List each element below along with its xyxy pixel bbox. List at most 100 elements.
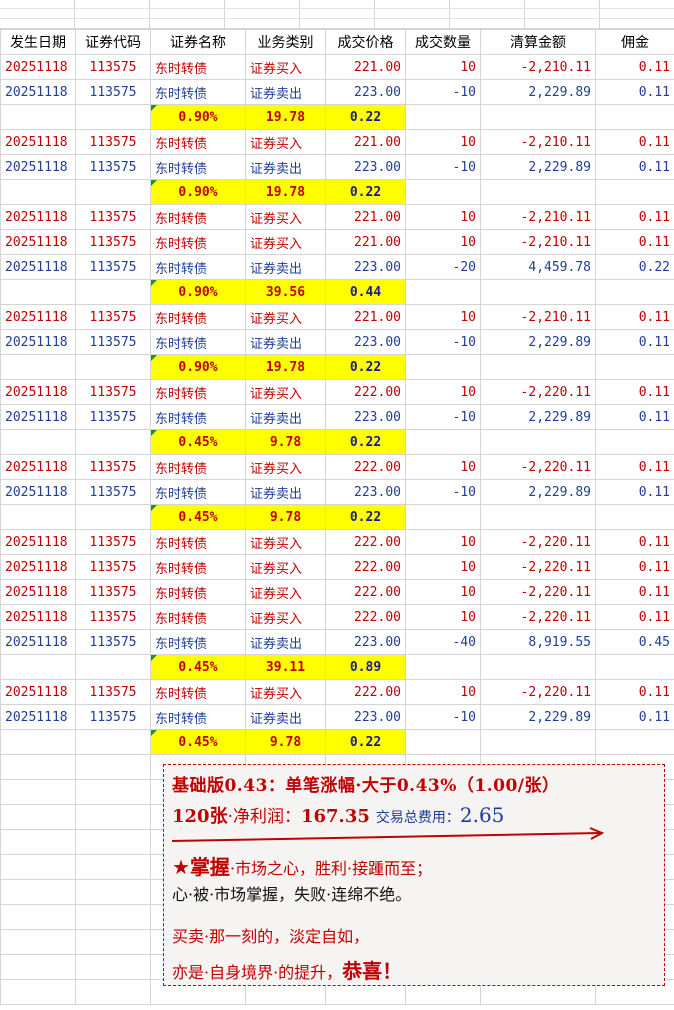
net-profit-cell[interactable]: 9.78 [245,429,326,455]
empty-cell[interactable] [480,654,596,680]
price-cell[interactable]: 222.00 [325,679,406,705]
qty-cell[interactable]: -40 [405,629,481,655]
qty-cell[interactable]: 10 [405,229,481,255]
round-trip-fee-cell[interactable]: 0.22 [325,504,406,530]
name-cell[interactable]: 东时转债 [150,154,246,180]
empty-cell[interactable] [405,104,481,130]
amount-cell[interactable]: -2,220.11 [480,579,596,605]
code-cell[interactable]: 113575 [75,704,151,730]
date-cell[interactable]: 20251118 [0,229,76,255]
type-cell[interactable]: 证券卖出 [245,404,326,430]
fee-cell[interactable]: 0.11 [595,579,674,605]
empty-cell[interactable] [0,979,76,1005]
qty-cell[interactable]: 10 [405,579,481,605]
amount-cell[interactable]: -2,210.11 [480,204,596,230]
amount-cell[interactable]: 2,229.89 [480,479,596,505]
date-cell[interactable]: 20251118 [0,129,76,155]
net-profit-cell[interactable]: 19.78 [245,179,326,205]
name-cell[interactable]: 东时转债 [150,604,246,630]
empty-cell[interactable] [75,854,151,880]
empty-cell[interactable] [0,954,76,980]
price-cell[interactable]: 223.00 [325,79,406,105]
date-cell[interactable]: 20251118 [0,254,76,280]
empty-cell[interactable] [75,279,151,305]
fee-cell[interactable]: 0.11 [595,304,674,330]
qty-cell[interactable]: -10 [405,479,481,505]
col-header-fee[interactable]: 佣金 [595,29,674,55]
net-profit-cell[interactable]: 9.78 [245,504,326,530]
type-cell[interactable]: 证券买入 [245,529,326,555]
fee-cell[interactable]: 0.11 [595,54,674,80]
empty-cell[interactable] [0,854,76,880]
col-header-type[interactable]: 业务类别 [245,29,326,55]
price-cell[interactable]: 221.00 [325,129,406,155]
type-cell[interactable]: 证券卖出 [245,479,326,505]
date-cell[interactable]: 20251118 [0,629,76,655]
empty-cell[interactable] [405,179,481,205]
date-cell[interactable]: 20251118 [0,79,76,105]
empty-cell[interactable] [405,429,481,455]
empty-cell[interactable] [480,429,596,455]
date-cell[interactable]: 20251118 [0,379,76,405]
qty-cell[interactable]: -10 [405,79,481,105]
price-cell[interactable]: 223.00 [325,329,406,355]
date-cell[interactable]: 20251118 [0,704,76,730]
empty-cell[interactable] [405,654,481,680]
type-cell[interactable]: 证券买入 [245,129,326,155]
col-header-code[interactable]: 证券代码 [75,29,151,55]
fee-cell[interactable]: 0.22 [595,254,674,280]
type-cell[interactable]: 证券买入 [245,679,326,705]
date-cell[interactable]: 20251118 [0,404,76,430]
code-cell[interactable]: 113575 [75,254,151,280]
name-cell[interactable]: 东时转债 [150,454,246,480]
code-cell[interactable]: 113575 [75,304,151,330]
type-cell[interactable]: 证券买入 [245,229,326,255]
code-cell[interactable]: 113575 [75,404,151,430]
empty-cell[interactable] [0,429,76,455]
fee-cell[interactable]: 0.11 [595,229,674,255]
code-cell[interactable]: 113575 [75,604,151,630]
type-cell[interactable]: 证券卖出 [245,629,326,655]
code-cell[interactable]: 113575 [75,679,151,705]
type-cell[interactable]: 证券买入 [245,579,326,605]
date-cell[interactable]: 20251118 [0,154,76,180]
empty-cell[interactable] [75,954,151,980]
empty-cell[interactable] [75,779,151,805]
qty-cell[interactable]: -20 [405,254,481,280]
qty-cell[interactable]: 10 [405,679,481,705]
amount-cell[interactable]: -2,210.11 [480,129,596,155]
empty-cell[interactable] [0,904,76,930]
empty-cell[interactable] [0,279,76,305]
code-cell[interactable]: 113575 [75,204,151,230]
round-trip-fee-cell[interactable]: 0.89 [325,654,406,680]
name-cell[interactable]: 东时转债 [150,679,246,705]
fee-cell[interactable]: 0.11 [595,679,674,705]
empty-cell[interactable] [405,729,481,755]
col-header-name[interactable]: 证券名称 [150,29,246,55]
fee-cell[interactable]: 0.11 [595,554,674,580]
type-cell[interactable]: 证券卖出 [245,154,326,180]
code-cell[interactable]: 113575 [75,579,151,605]
empty-cell[interactable] [595,179,674,205]
name-cell[interactable]: 东时转债 [150,204,246,230]
empty-cell[interactable] [0,104,76,130]
name-cell[interactable]: 东时转债 [150,254,246,280]
qty-cell[interactable]: 10 [405,454,481,480]
type-cell[interactable]: 证券卖出 [245,704,326,730]
gain-percent-cell[interactable]: 0.90% [150,179,246,205]
name-cell[interactable]: 东时转债 [150,404,246,430]
empty-cell[interactable] [0,879,76,905]
price-cell[interactable]: 222.00 [325,379,406,405]
empty-cell[interactable] [0,804,76,830]
date-cell[interactable]: 20251118 [0,204,76,230]
fee-cell[interactable]: 0.11 [595,404,674,430]
price-cell[interactable]: 222.00 [325,579,406,605]
empty-cell[interactable] [75,104,151,130]
gain-percent-cell[interactable]: 0.90% [150,354,246,380]
name-cell[interactable]: 东时转债 [150,329,246,355]
empty-cell[interactable] [75,729,151,755]
type-cell[interactable]: 证券卖出 [245,329,326,355]
gain-percent-cell[interactable]: 0.45% [150,654,246,680]
empty-cell[interactable] [75,829,151,855]
empty-cell[interactable] [75,904,151,930]
